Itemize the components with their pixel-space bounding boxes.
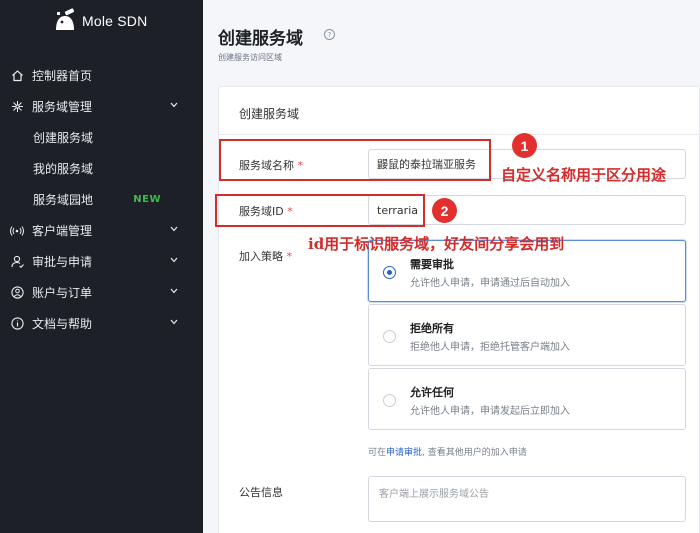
annotation-note-2: id用于标识服务域，好友间分享会用到 — [308, 235, 565, 253]
join-policy-label: 加入策略 * — [239, 248, 292, 264]
sidebar-subitem-label: 服务域园地 — [33, 193, 94, 207]
policy-option-desc: 允许他人申请，申请发起后立即加入 — [410, 406, 570, 417]
policy-option-title: 需要审批 — [410, 258, 454, 271]
sidebar-item-controller-home[interactable]: 控制器首页 — [0, 60, 203, 91]
page-title: 创建服务域 — [218, 29, 303, 49]
chevron-down-icon — [170, 257, 178, 263]
network-icon — [10, 100, 24, 114]
chevron-down-icon — [170, 319, 178, 325]
policy-option-reject-all[interactable]: 拒绝所有 拒绝他人申请，拒绝托管客户端加入 — [368, 304, 686, 366]
account-icon — [10, 286, 24, 300]
client-icon — [10, 224, 24, 238]
sidebar-item-label: 账户与订单 — [32, 286, 93, 300]
notice-textarea[interactable]: 客户端上展示服务域公告 — [368, 476, 686, 522]
annotation-note-1: 自定义名称用于区分用途 — [501, 166, 667, 184]
notice-placeholder: 客户端上展示服务域公告 — [379, 489, 489, 500]
chevron-down-icon — [170, 226, 178, 232]
logo[interactable]: Mole SDN — [52, 8, 147, 34]
mole-logo-icon — [56, 8, 75, 30]
card-divider — [219, 134, 700, 135]
sidebar-item-domain-management[interactable]: 服务域管理 — [0, 91, 203, 122]
home-icon — [10, 69, 24, 83]
radio-icon[interactable] — [383, 330, 396, 343]
policy-option-desc: 拒绝他人申请，拒绝托管客户端加入 — [410, 342, 570, 353]
radio-icon[interactable] — [383, 394, 396, 407]
join-policy-label-text: 加入策略 — [239, 250, 283, 263]
annotation-box-id — [215, 194, 425, 227]
chevron-down-icon — [170, 288, 178, 294]
policy-option-allow-any[interactable]: 允许任何 允许他人申请，申请发起后立即加入 — [368, 368, 686, 430]
notice-label: 公告信息 — [239, 486, 283, 499]
user-approve-icon — [10, 255, 24, 269]
annotation-marker-1: 1 — [512, 133, 537, 158]
policy-hint: 可在申请审批, 查看其他用户的加入申请 — [368, 448, 527, 458]
sidebar-item-label: 客户端管理 — [32, 224, 93, 238]
sidebar-item-label: 文档与帮助 — [32, 317, 93, 331]
sidebar-item-client-management[interactable]: 客户端管理 — [0, 215, 203, 246]
sidebar-subitem-label: 创建服务域 — [33, 131, 94, 145]
page-subtitle: 创建服务访问区域 — [218, 53, 282, 62]
hint-suffix: 查看其他用户的加入申请 — [427, 448, 527, 458]
sidebar-item-docs-and-help[interactable]: 文档与帮助 — [0, 308, 203, 339]
sidebar-item-label: 审批与申请 — [32, 255, 93, 269]
logo-text: Mole SDN — [82, 13, 148, 29]
sidebar-subitem-label: 我的服务域 — [33, 162, 94, 176]
sidebar-subitem-create-domain[interactable]: 创建服务域 — [33, 122, 193, 153]
policy-option-title: 拒绝所有 — [410, 322, 454, 335]
sidebar-item-account-and-orders[interactable]: 账户与订单 — [0, 277, 203, 308]
info-icon — [10, 317, 24, 331]
main-content: 创建服务域 ? 创建服务访问区域 创建服务域 服务域名称 * 鼹鼠的泰拉瑞亚服务… — [203, 0, 700, 533]
sidebar: Mole SDN 控制器首页 服务域管理 创建服务域 我的服务域 服务域园地 N… — [0, 0, 203, 533]
approval-link[interactable]: 申请审批 — [386, 448, 422, 458]
card-title: 创建服务域 — [239, 107, 300, 121]
hint-prefix: 可在 — [368, 448, 387, 458]
sidebar-item-label: 服务域管理 — [32, 100, 93, 114]
new-badge: NEW — [133, 194, 161, 205]
policy-option-title: 允许任何 — [410, 386, 454, 399]
sidebar-item-label: 控制器首页 — [32, 69, 93, 83]
sidebar-item-approval-and-application[interactable]: 审批与申请 — [0, 246, 203, 277]
radio-selected-icon[interactable] — [383, 266, 396, 279]
policy-option-desc: 允许他人申请，申请通过后自动加入 — [410, 278, 570, 289]
required-mark: * — [286, 250, 293, 263]
annotation-marker-2: 2 — [432, 198, 457, 223]
sidebar-subitem-domain-garden[interactable]: 服务域园地 NEW — [33, 184, 193, 215]
help-icon[interactable]: ? — [324, 29, 335, 40]
annotation-box-name — [219, 139, 491, 181]
sidebar-subitem-my-domains[interactable]: 我的服务域 — [33, 153, 193, 184]
chevron-down-icon — [170, 102, 178, 108]
